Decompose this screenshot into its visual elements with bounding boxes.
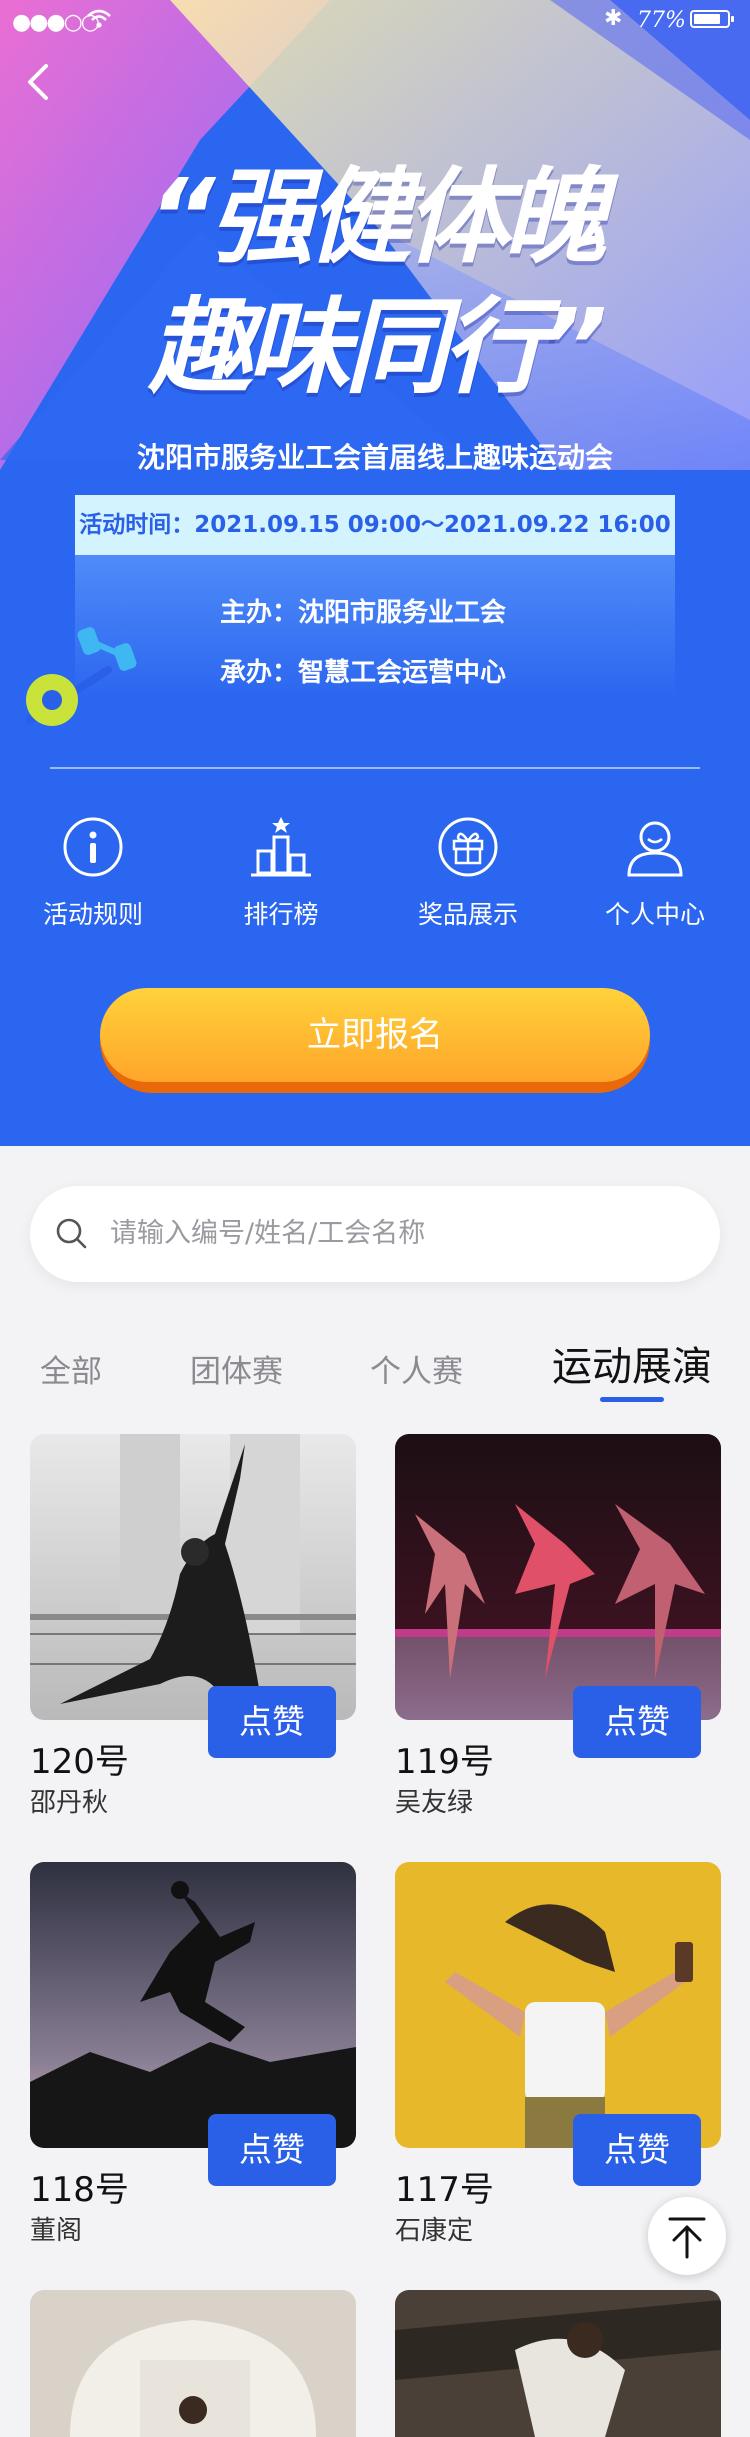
entry-number: 118号 — [30, 2170, 129, 2210]
nav-label: 个人中心 — [604, 900, 705, 929]
organizer-text: 主办：沈阳市服务业工会 — [220, 598, 507, 628]
search-icon — [56, 1218, 87, 1249]
entry-card[interactable]: 点赞 119号 吴友绿 — [395, 1434, 721, 1818]
hero-banner: ●●●○○ ✱ 77% “强健体魄 趣味同行” 沈阳市服务业工会首届线上趣味运动… — [0, 0, 750, 1146]
dumbbell-illustration — [26, 627, 137, 726]
active-tab-indicator — [600, 1397, 664, 1402]
ranking-icon — [251, 817, 311, 877]
hero-title-line2: 趣味同行” — [148, 286, 608, 408]
search-input[interactable]: 请输入编号/姓名/工会名称 — [110, 1186, 425, 1282]
info-icon — [63, 817, 123, 877]
entry-name: 吴友绿 — [395, 1788, 474, 1818]
entry-photo — [395, 1862, 721, 2148]
nav-label: 奖品展示 — [417, 900, 518, 929]
tab-individual-competition[interactable]: 个人赛 — [370, 1346, 463, 1391]
battery-percentage: 77% — [637, 8, 686, 33]
gift-icon — [438, 817, 498, 877]
hero-subtitle: 沈阳市服务业工会首届线上趣味运动会 — [136, 441, 613, 474]
user-icon — [627, 821, 683, 877]
entry-photo — [30, 1434, 356, 1720]
entry-card[interactable] — [30, 2290, 356, 2437]
entry-card[interactable]: 点赞 117号 石康定 — [395, 1862, 721, 2246]
entry-card[interactable]: 点赞 120号 邵丹秋 — [30, 1434, 356, 1818]
hero-title-line1: “强健体魄 — [148, 156, 608, 278]
like-button[interactable]: 点赞 — [573, 2114, 701, 2186]
tab-all[interactable]: 全部 — [40, 1346, 102, 1391]
tab-sports-performance[interactable]: 运动展演 — [552, 1334, 712, 1392]
bluetooth-icon: ✱ — [604, 6, 623, 31]
status-bar: ●●●○○ ✱ 77% — [0, 0, 750, 40]
back-to-top-button[interactable] — [648, 2197, 726, 2275]
entry-name: 石康定 — [395, 2216, 474, 2246]
entry-card[interactable] — [395, 2290, 721, 2437]
co-organizer-text: 承办：智慧工会运营中心 — [220, 658, 507, 688]
wifi-icon — [87, 9, 111, 28]
entry-number: 120号 — [30, 1742, 129, 1782]
nav-ranking[interactable]: 排行榜 — [201, 815, 361, 931]
nav-personal-center[interactable]: 个人中心 — [575, 815, 735, 931]
like-button[interactable]: 点赞 — [573, 1686, 701, 1758]
like-button[interactable]: 点赞 — [208, 2114, 336, 2186]
search-bar[interactable]: 请输入编号/姓名/工会名称 — [30, 1186, 720, 1282]
entry-name: 邵丹秋 — [30, 1788, 109, 1818]
entry-photo — [395, 2290, 721, 2437]
hero-divider — [50, 767, 700, 769]
nav-label: 排行榜 — [243, 900, 319, 929]
register-now-button[interactable]: 立即报名 — [100, 988, 650, 1093]
entry-photo — [395, 1434, 721, 1720]
entry-number: 117号 — [395, 2170, 494, 2210]
back-arrow-icon[interactable] — [20, 58, 60, 108]
register-now-label: 立即报名 — [100, 988, 650, 1082]
entry-photo — [30, 2290, 356, 2437]
arrow-up-icon — [668, 2217, 706, 2259]
entry-name: 董阁 — [30, 2216, 83, 2246]
nav-label: 活动规则 — [42, 900, 143, 929]
entry-number: 119号 — [395, 1742, 494, 1782]
tab-team-competition[interactable]: 团体赛 — [190, 1346, 283, 1391]
entry-photo — [30, 1862, 356, 2148]
nav-prizes[interactable]: 奖品展示 — [388, 815, 548, 931]
entry-card[interactable]: 点赞 118号 董阁 — [30, 1862, 356, 2246]
like-button[interactable]: 点赞 — [208, 1686, 336, 1758]
battery-icon — [690, 10, 734, 28]
nav-activity-rules[interactable]: 活动规则 — [13, 815, 173, 931]
activity-time: 活动时间：2021.09.15 09:00～2021.09.22 16:00 — [75, 495, 675, 555]
